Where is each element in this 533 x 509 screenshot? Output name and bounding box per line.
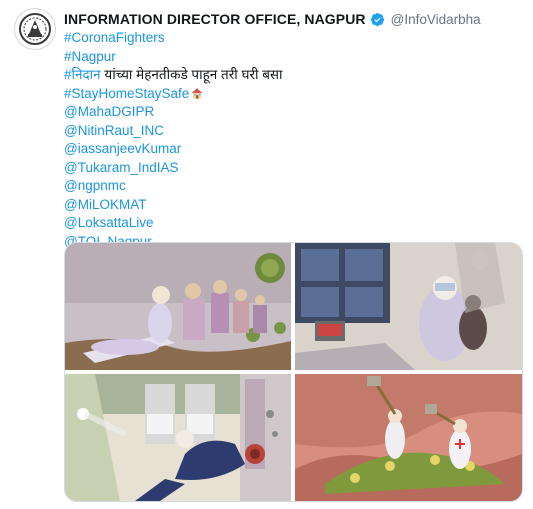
hashtag-nidan[interactable]: #निदान: [64, 67, 101, 82]
media-image-1[interactable]: [65, 243, 291, 370]
media-image-3[interactable]: [65, 374, 291, 501]
tweet-header: INFORMATION DIRECTOR OFFICE, NAGPUR @Inf…: [64, 9, 481, 29]
avatar[interactable]: [14, 8, 56, 50]
mention-loksattalive[interactable]: @LoksattaLive: [64, 214, 283, 233]
media-image-4[interactable]: [295, 374, 522, 501]
media-image-2[interactable]: [295, 243, 522, 370]
hashtag-coronafighters[interactable]: #CoronaFighters: [64, 29, 283, 48]
mention-tukaram[interactable]: @Tukaram_IndIAS: [64, 159, 283, 178]
tweet: INFORMATION DIRECTOR OFFICE, NAGPUR @Inf…: [0, 0, 533, 509]
mention-nitinraut[interactable]: @NitinRaut_INC: [64, 122, 283, 141]
mention-mahadgipr[interactable]: @MahaDGIPR: [64, 103, 283, 122]
house-emoji-icon: [192, 87, 203, 99]
mention-iassanjeevkumar[interactable]: @iassanjeevKumar: [64, 140, 283, 159]
marathi-line: #निदान यांच्या मेहनतीकडे पाहून तरी घरी ब…: [64, 66, 283, 85]
stayhome-line: #StayHomeStaySafe: [64, 85, 283, 104]
mention-ngpnmc[interactable]: @ngpnmc: [64, 177, 283, 196]
tweet-text: #CoronaFighters #Nagpur #निदान यांच्या म…: [64, 29, 283, 251]
account-handle[interactable]: @InfoVidarbha: [391, 12, 481, 27]
verified-badge-icon: [370, 12, 384, 26]
media-grid: [64, 242, 523, 502]
marathi-text: यांच्या मेहनतीकडे पाहून तरी घरी बसा: [100, 67, 283, 82]
hashtag-nagpur[interactable]: #Nagpur: [64, 48, 283, 67]
government-emblem-icon: [16, 10, 54, 48]
mention-milokmat[interactable]: @MiLOKMAT: [64, 196, 283, 215]
display-name[interactable]: INFORMATION DIRECTOR OFFICE, NAGPUR: [64, 11, 366, 27]
hashtag-stayhomestaysafe[interactable]: #StayHomeStaySafe: [64, 86, 189, 101]
